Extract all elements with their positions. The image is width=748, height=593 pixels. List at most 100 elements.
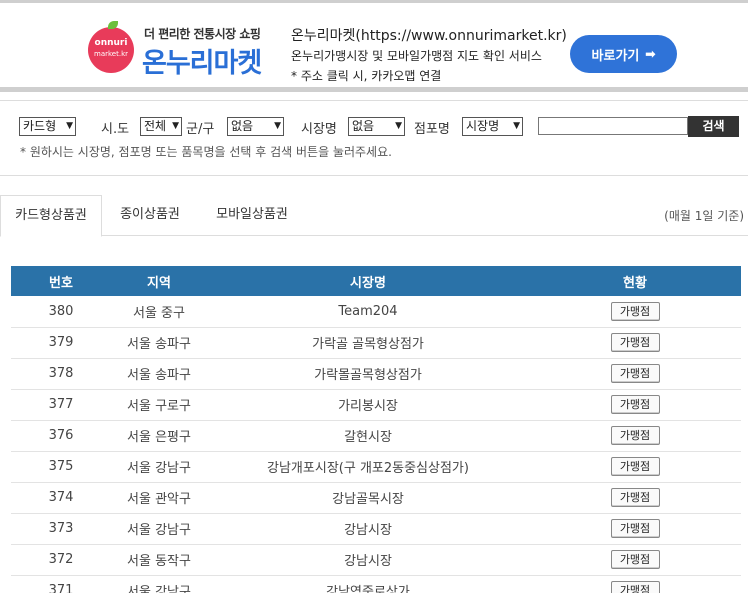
onnuri-logo: onnuri market.kr	[88, 21, 134, 73]
search-hint: * 원하시는 시장명, 점포명 또는 품목명을 선택 후 검색 버튼을 눌러주세…	[20, 145, 392, 159]
store-select-value: 시장명	[466, 119, 500, 133]
table-row: 378 서울 송파구 가락몰골목형상점가 가맹점	[11, 358, 741, 390]
banner-subtitle: 온누리가맹시장 및 모바일가맹점 지도 확인 서비스	[291, 49, 542, 63]
row-area: 서울 관악구	[111, 482, 207, 514]
table-row: 377 서울 구로구 가리봉시장 가맹점	[11, 389, 741, 421]
chevron-down-icon: ▼	[274, 121, 281, 131]
row-area: 서울 은평구	[111, 420, 207, 452]
row-area: 서울 송파구	[111, 358, 207, 390]
tab-mobile-voucher[interactable]: 모바일상품권	[206, 195, 298, 236]
row-area: 서울 중구	[111, 296, 207, 328]
chevron-down-icon: ▼	[395, 121, 402, 131]
tab-paper-voucher[interactable]: 종이상품권	[108, 195, 192, 236]
store-list-button[interactable]: 가맹점	[610, 457, 660, 476]
store-list-button[interactable]: 가맹점	[610, 333, 660, 352]
header-area: 지역	[111, 266, 207, 296]
arrow-right-icon: ➡	[645, 47, 656, 61]
row-status: 가맹점	[529, 513, 741, 545]
table-row: 373 서울 강남구 강남시장 가맹점	[11, 513, 741, 545]
row-no: 371	[11, 575, 111, 593]
search-button[interactable]: 검색	[688, 116, 739, 137]
store-list-button[interactable]: 가맹점	[610, 488, 660, 507]
table-row: 371 서울 강남구 강남역중로상가 가맹점	[11, 575, 741, 593]
row-no: 379	[11, 327, 111, 359]
table-row: 376 서울 은평구 갈현시장 가맹점	[11, 420, 741, 452]
store-label: 점포명	[414, 122, 450, 137]
row-no: 373	[11, 513, 111, 545]
chevron-down-icon: ▼	[66, 121, 73, 131]
sido-select-value: 전체	[144, 119, 167, 133]
type-select[interactable]: 카드형 ▼	[19, 117, 76, 136]
banner-title: 온누리마켓(https://www.onnurimarket.kr)	[291, 28, 567, 44]
store-list-button[interactable]: 가맹점	[610, 301, 660, 321]
header-status: 현황	[529, 266, 741, 296]
store-list-button[interactable]: 가맹점	[610, 550, 660, 569]
row-market: 강남시장	[207, 513, 529, 545]
row-status: 가맹점	[529, 482, 741, 514]
row-market: Team204	[207, 296, 529, 328]
store-list-button[interactable]: 가맹점	[610, 581, 660, 593]
row-market: 가락골 골목형상점가	[207, 327, 529, 359]
header-market: 시장명	[207, 266, 529, 296]
table-row: 379 서울 송파구 가락골 골목형상점가 가맹점	[11, 327, 741, 359]
row-no: 374	[11, 482, 111, 514]
header-no: 번호	[11, 266, 111, 296]
row-status: 가맹점	[529, 327, 741, 359]
sido-select[interactable]: 전체 ▼	[140, 117, 182, 136]
search-input[interactable]	[538, 117, 688, 135]
gungu-select-value: 없음	[231, 119, 254, 133]
leaf-icon	[108, 21, 118, 29]
row-no: 378	[11, 358, 111, 390]
gungu-label: 군/구	[186, 122, 215, 137]
go-button[interactable]: 바로가기 ➡	[570, 35, 677, 73]
market-select-value: 없음	[352, 119, 375, 133]
store-list-button[interactable]: 가맹점	[610, 364, 660, 383]
row-status: 가맹점	[529, 451, 741, 483]
banner-note: * 주소 클릭 시, 카카오맵 연결	[291, 69, 442, 83]
row-status: 가맹점	[529, 575, 741, 593]
gungu-select[interactable]: 없음 ▼	[227, 117, 284, 136]
row-no: 375	[11, 451, 111, 483]
row-market: 강남시장	[207, 544, 529, 576]
row-market: 가리봉시장	[207, 389, 529, 421]
banner-brand: 온누리마켓	[142, 48, 262, 79]
tab-card-voucher[interactable]: 카드형상품권	[0, 195, 102, 237]
type-select-value: 카드형	[23, 119, 57, 133]
market-select[interactable]: 없음 ▼	[348, 117, 405, 136]
search-panel: 카드형 ▼ 시.도 전체 ▼ 군/구 없음 ▼ 시장명 없음 ▼ 점포명 시장명 ▼ 검색…	[0, 100, 748, 176]
table-row: 375 서울 강남구 강남개포시장(구 개포2동중심상점가) 가맹점	[11, 451, 741, 483]
tab-bar: 카드형상품권 종이상품권 모바일상품권 (매월 1일 기준)	[0, 195, 748, 237]
banner-tagline: 더 편리한 전통시장 쇼핑	[144, 27, 261, 41]
table-header-row: 번호 지역 시장명 현황	[11, 266, 741, 296]
basis-note: (매월 1일 기준)	[664, 209, 744, 223]
row-no: 380	[11, 296, 111, 328]
row-status: 가맹점	[529, 420, 741, 452]
row-market: 강남개포시장(구 개포2동중심상점가)	[207, 451, 529, 483]
table-row: 374 서울 관악구 강남골목시장 가맹점	[11, 482, 741, 514]
row-market: 가락몰골목형상점가	[207, 358, 529, 390]
logo-text: onnuri	[94, 38, 128, 48]
table-row: 372 서울 동작구 강남시장 가맹점	[11, 544, 741, 576]
row-no: 376	[11, 420, 111, 452]
row-status: 가맹점	[529, 544, 741, 576]
go-button-label: 바로가기	[591, 47, 640, 63]
row-area: 서울 송파구	[111, 327, 207, 359]
row-area: 서울 강남구	[111, 575, 207, 593]
onnuri-banner[interactable]: onnuri market.kr 더 편리한 전통시장 쇼핑 온누리마켓 온누리…	[0, 0, 748, 92]
row-market: 강남골목시장	[207, 482, 529, 514]
chevron-down-icon: ▼	[172, 121, 179, 131]
row-area: 서울 강남구	[111, 451, 207, 483]
row-market: 강남역중로상가	[207, 575, 529, 593]
row-status: 가맹점	[529, 389, 741, 421]
store-list-button[interactable]: 가맹점	[610, 426, 660, 445]
table-row: 380 서울 중구 Team204 가맹점	[11, 296, 741, 328]
row-area: 서울 강남구	[111, 513, 207, 545]
market-label: 시장명	[301, 122, 337, 137]
store-list-button[interactable]: 가맹점	[610, 395, 660, 414]
store-select[interactable]: 시장명 ▼	[462, 117, 523, 136]
row-market: 갈현시장	[207, 420, 529, 452]
store-list-button[interactable]: 가맹점	[610, 519, 660, 538]
chevron-down-icon: ▼	[513, 121, 520, 131]
logo-domain: market.kr	[94, 50, 128, 58]
row-status: 가맹점	[529, 296, 741, 328]
